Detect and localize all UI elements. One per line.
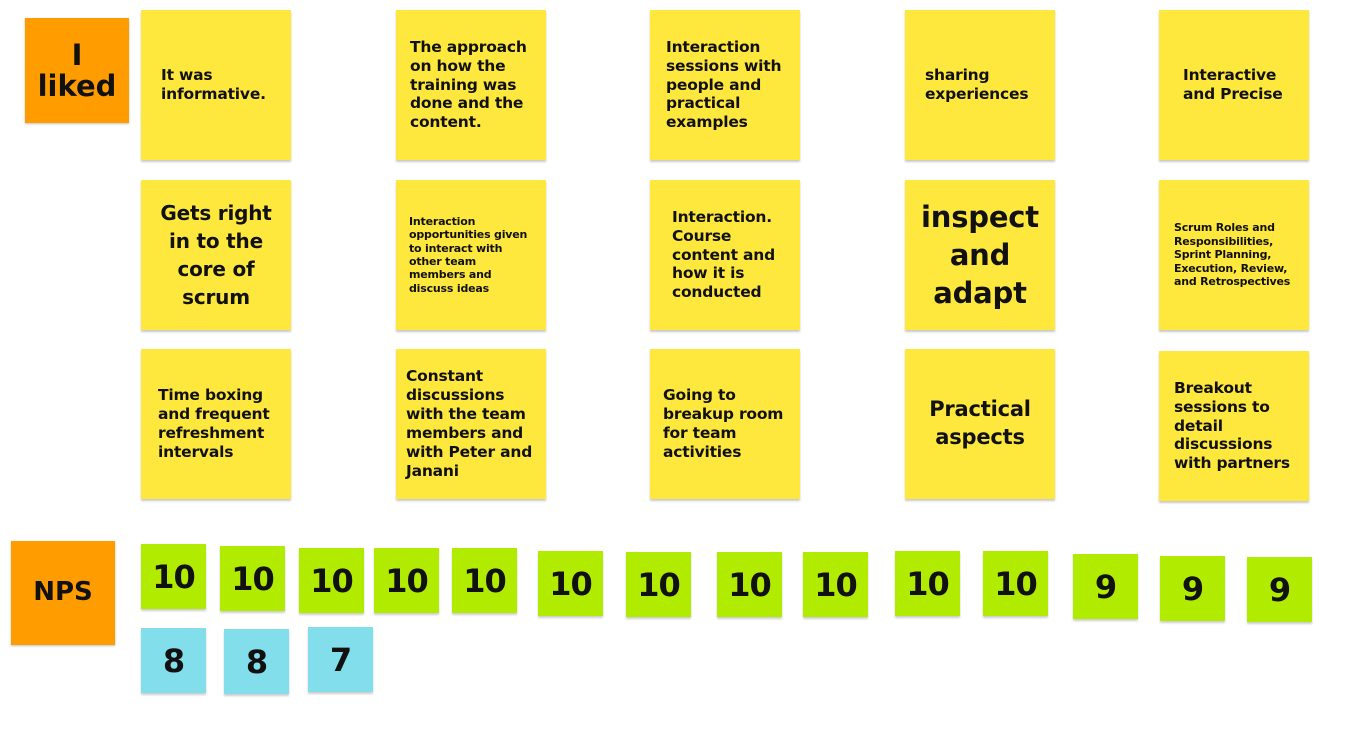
nps-header: NPS [11,541,115,645]
nps-score-tile[interactable]: 8 [141,628,206,693]
sticky-note[interactable]: inspect and adapt [905,180,1055,330]
nps-score-tile[interactable]: 10 [141,544,206,609]
nps-score-tile[interactable]: 10 [803,552,868,617]
note-text: sharing experiences [925,66,1029,103]
nps-score-tile[interactable]: 10 [538,551,603,616]
note-text: Interaction. Course content and how it i… [672,207,776,302]
nps-score-tile[interactable]: 9 [1160,556,1225,621]
sticky-note[interactable]: Scrum Roles and Responsibilities, Sprint… [1159,180,1309,330]
note-text: Interaction opportunities given to inter… [409,214,528,295]
note-text: The approach on how the training was don… [410,37,527,132]
nps-score-tile[interactable]: 7 [308,627,373,692]
note-text: Scrum Roles and Responsibilities, Sprint… [1174,221,1291,289]
sticky-note[interactable]: Interaction sessions with people and pra… [650,10,800,160]
sticky-note[interactable]: Time boxing and frequent refreshment int… [141,349,291,499]
nps-score-tile[interactable]: 10 [374,548,439,613]
note-text: inspect and adapt [921,199,1039,311]
nps-score-tile[interactable]: 10 [299,548,364,613]
note-text: Constant discussions with the team membe… [406,367,533,480]
nps-score-tile[interactable]: 8 [224,629,289,694]
note-text: It was informative. [161,66,266,103]
nps-score-tile[interactable]: 9 [1073,554,1138,619]
nps-score-tile[interactable]: 9 [1247,557,1312,622]
sticky-note[interactable]: Going to breakup room for team activitie… [650,349,800,499]
note-text: Interactive and Precise [1183,66,1283,103]
sticky-note[interactable]: Gets right in to the core of scrum [141,180,291,330]
i-liked-header: I liked [25,18,129,123]
note-text: Time boxing and frequent refreshment int… [158,386,270,461]
note-text: Gets right in to the core of scrum [160,201,272,309]
sticky-note[interactable]: Interaction opportunities given to inter… [396,180,546,330]
note-text: Going to breakup room for team activitie… [663,386,784,461]
sticky-note[interactable]: Interaction. Course content and how it i… [650,180,800,330]
sticky-note[interactable]: Interactive and Precise [1159,10,1309,160]
sticky-note[interactable]: Breakout sessions to detail discussions … [1159,351,1309,501]
nps-score-tile[interactable]: 10 [895,551,960,616]
nps-score-tile[interactable]: 10 [626,552,691,617]
sticky-note[interactable]: The approach on how the training was don… [396,10,546,160]
nps-score-tile[interactable]: 10 [983,551,1048,616]
note-text: Practical aspects [929,397,1031,449]
sticky-note[interactable]: sharing experiences [905,10,1055,160]
sticky-note[interactable]: It was informative. [141,10,291,160]
sticky-note[interactable]: Constant discussions with the team membe… [396,349,546,499]
nps-score-tile[interactable]: 10 [220,546,285,611]
nps-score-tile[interactable]: 10 [717,552,782,617]
sticky-note[interactable]: Practical aspects [905,349,1055,499]
note-text: Interaction sessions with people and pra… [666,37,782,132]
note-text: Breakout sessions to detail discussions … [1174,378,1290,473]
nps-score-tile[interactable]: 10 [452,548,517,613]
